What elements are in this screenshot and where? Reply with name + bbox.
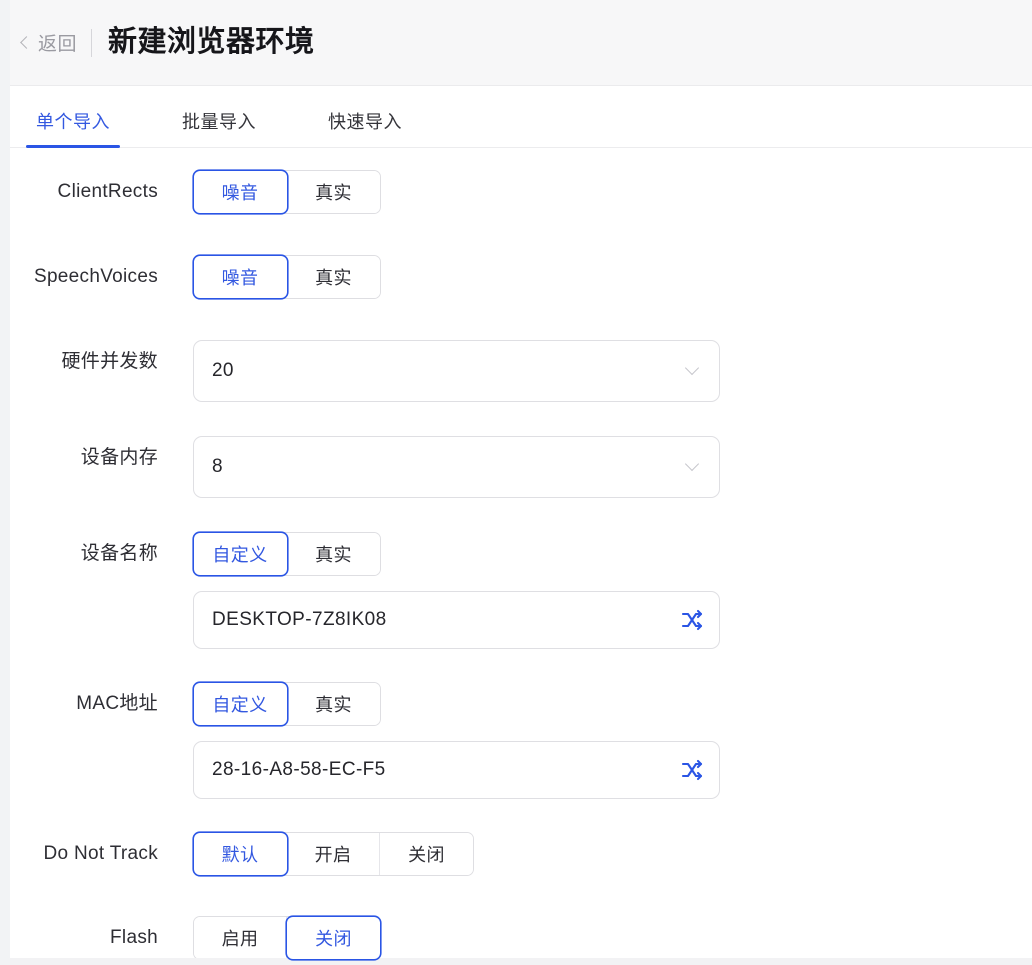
segmented-control-device-name: 自定义 真实 xyxy=(193,532,381,576)
select-device-memory[interactable]: 8 xyxy=(193,436,720,498)
new-browser-environment-page: 返回 新建浏览器环境 单个导入 批量导入 快速导入 ClientRects 噪音… xyxy=(0,0,1032,965)
form-row-do-not-track: Do Not Track 默认 开启 关闭 xyxy=(0,832,1032,916)
chevron-down-icon xyxy=(686,363,699,376)
field-client-rects: 噪音 真实 xyxy=(193,170,1032,214)
header-divider xyxy=(91,28,93,57)
seg-option-dnt-on[interactable]: 开启 xyxy=(287,833,380,875)
tab-label: 快速导入 xyxy=(328,112,402,132)
form-row-mac-address: MAC地址 自定义 真实 28-16-A8-58-EC-F5 xyxy=(0,682,1032,832)
seg-option-client-rects-noise[interactable]: 噪音 xyxy=(194,171,287,213)
field-do-not-track: 默认 开启 关闭 xyxy=(193,832,1032,876)
tab-label: 批量导入 xyxy=(182,112,256,132)
tab-batch-import[interactable]: 批量导入 xyxy=(178,108,260,147)
label-device-name: 设备名称 xyxy=(80,543,158,564)
seg-option-mac-address-real[interactable]: 真实 xyxy=(287,683,380,725)
shuffle-icon[interactable] xyxy=(680,608,704,632)
device-name-input[interactable]: DESKTOP-7Z8IK08 xyxy=(193,591,720,649)
tab-quick-import[interactable]: 快速导入 xyxy=(324,108,406,147)
chevron-left-icon xyxy=(18,36,31,49)
page-header: 返回 新建浏览器环境 xyxy=(0,0,1032,86)
mac-address-input[interactable]: 28-16-A8-58-EC-F5 xyxy=(193,741,720,799)
select-value: 20 xyxy=(212,360,234,381)
seg-option-device-name-real[interactable]: 真实 xyxy=(287,533,380,575)
tab-label: 单个导入 xyxy=(36,112,110,132)
form-row-device-memory: 设备内存 8 xyxy=(0,436,1032,532)
label-device-memory: 设备内存 xyxy=(80,447,158,468)
segmented-control-client-rects: 噪音 真实 xyxy=(193,170,381,214)
label-speech-voices: SpeechVoices xyxy=(33,266,158,287)
select-value: 8 xyxy=(212,456,223,477)
field-mac-address: 自定义 真实 28-16-A8-58-EC-F5 xyxy=(193,682,1032,799)
shuffle-icon[interactable] xyxy=(680,758,704,782)
device-name-value: DESKTOP-7Z8IK08 xyxy=(212,609,387,630)
seg-option-speech-voices-real[interactable]: 真实 xyxy=(287,256,380,298)
seg-option-dnt-default[interactable]: 默认 xyxy=(194,833,287,875)
label-do-not-track: Do Not Track xyxy=(43,843,158,864)
tab-single-import[interactable]: 单个导入 xyxy=(26,108,120,148)
label-client-rects: ClientRects xyxy=(57,181,158,202)
label-hardware-concurrency: 硬件并发数 xyxy=(61,351,158,372)
segmented-control-speech-voices: 噪音 真实 xyxy=(193,255,381,299)
back-button[interactable]: 返回 xyxy=(18,29,77,56)
select-hardware-concurrency[interactable]: 20 xyxy=(193,340,720,402)
seg-option-mac-address-custom[interactable]: 自定义 xyxy=(194,683,287,725)
seg-option-device-name-custom[interactable]: 自定义 xyxy=(194,533,287,575)
form-row-speech-voices: SpeechVoices 噪音 真实 xyxy=(0,255,1032,340)
mac-address-value: 28-16-A8-58-EC-F5 xyxy=(212,759,386,780)
seg-option-speech-voices-noise[interactable]: 噪音 xyxy=(194,256,287,298)
field-speech-voices: 噪音 真实 xyxy=(193,255,1032,299)
seg-option-dnt-off[interactable]: 关闭 xyxy=(380,833,473,875)
field-flash: 启用 关闭 xyxy=(193,916,1032,960)
field-device-name: 自定义 真实 DESKTOP-7Z8IK08 xyxy=(193,532,1032,649)
content-card: 单个导入 批量导入 快速导入 ClientRects 噪音 真实 SpeechV… xyxy=(0,86,1032,965)
field-device-memory: 8 xyxy=(193,436,1032,498)
environment-form: ClientRects 噪音 真实 SpeechVoices 噪音 真实 硬件并… xyxy=(0,148,1032,965)
segmented-control-flash: 启用 关闭 xyxy=(193,916,381,960)
page-title: 新建浏览器环境 xyxy=(108,26,315,58)
label-flash: Flash xyxy=(110,927,158,948)
seg-option-flash-enable[interactable]: 启用 xyxy=(194,917,287,959)
seg-option-flash-disable[interactable]: 关闭 xyxy=(287,917,380,959)
segmented-control-mac-address: 自定义 真实 xyxy=(193,682,381,726)
tab-bar: 单个导入 批量导入 快速导入 xyxy=(0,86,1032,148)
form-row-hardware-concurrency: 硬件并发数 20 xyxy=(0,340,1032,436)
field-hardware-concurrency: 20 xyxy=(193,340,1032,402)
label-mac-address: MAC地址 xyxy=(76,693,158,714)
left-rail xyxy=(0,0,10,965)
form-row-client-rects: ClientRects 噪音 真实 xyxy=(0,170,1032,255)
chevron-down-icon xyxy=(686,459,699,472)
bottom-strip xyxy=(0,958,1032,965)
back-button-label: 返回 xyxy=(38,34,78,55)
segmented-control-do-not-track: 默认 开启 关闭 xyxy=(193,832,474,876)
seg-option-client-rects-real[interactable]: 真实 xyxy=(287,171,380,213)
form-row-device-name: 设备名称 自定义 真实 DESKTOP-7Z8IK08 xyxy=(0,532,1032,682)
